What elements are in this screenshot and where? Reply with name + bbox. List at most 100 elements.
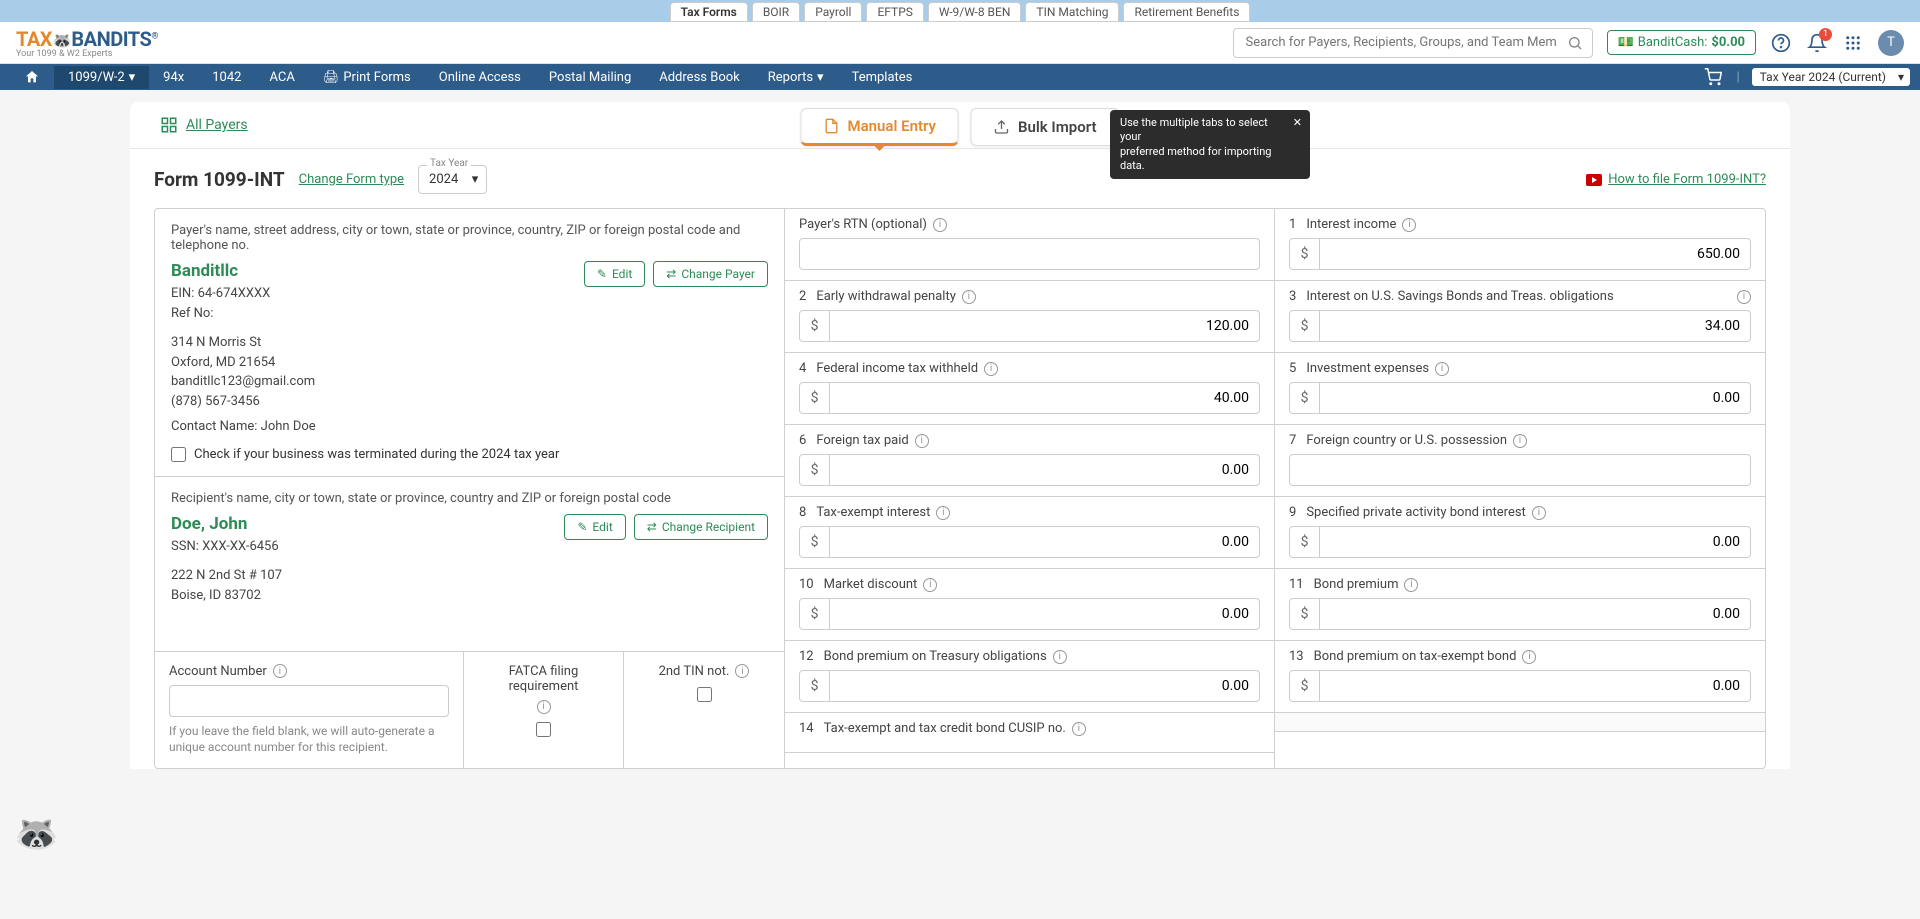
second-tin-checkbox[interactable] — [697, 687, 712, 702]
avatar[interactable]: T — [1878, 30, 1904, 56]
payer-contact: Contact Name: John Doe — [171, 417, 316, 437]
info-icon[interactable]: i — [1522, 650, 1536, 664]
tax-year-dropdown[interactable]: Tax Year 2024 ▾ — [418, 165, 487, 194]
tip-tooltip: Use the multiple tabs to select your pre… — [1110, 110, 1310, 179]
box11-input[interactable] — [1320, 599, 1750, 629]
info-icon[interactable]: i — [1532, 506, 1546, 520]
chevron-down-icon: ▾ — [817, 70, 824, 85]
info-icon[interactable]: i — [1053, 650, 1067, 664]
info-icon[interactable]: i — [936, 506, 950, 520]
info-icon[interactable]: i — [1513, 434, 1527, 448]
mascot-icon[interactable]: 🦝 — [14, 813, 56, 855]
tax-year-select[interactable]: Tax Year 2024 (Current) ▾ — [1752, 68, 1910, 86]
box4-input[interactable] — [830, 383, 1259, 413]
info-icon[interactable]: i — [915, 434, 929, 448]
box12-input[interactable] — [830, 671, 1259, 701]
top-tab-payroll[interactable]: Payroll — [804, 2, 862, 22]
info-icon[interactable]: i — [923, 578, 937, 592]
change-payer-button[interactable]: ⇄Change Payer — [653, 261, 768, 287]
tab-manual-entry[interactable]: Manual Entry — [801, 108, 959, 146]
account-number-input[interactable] — [170, 686, 448, 716]
box6-input[interactable] — [830, 455, 1259, 485]
logo[interactable]: TAX🦝BANDITS® Your 1099 & W2 Experts — [16, 27, 158, 59]
payer-addr2: Oxford, MD 21654 — [171, 353, 316, 373]
rtn-input[interactable] — [800, 239, 1259, 269]
box8-input[interactable] — [830, 527, 1259, 557]
tab-bulk-import[interactable]: Bulk Import — [971, 108, 1120, 146]
apps-icon[interactable] — [1842, 32, 1864, 54]
change-form-type-link[interactable]: Change Form type — [299, 172, 404, 187]
nav-1099w2[interactable]: 1099/W-2 ▾ — [54, 66, 149, 89]
edit-recipient-button[interactable]: ✎Edit — [564, 514, 625, 540]
help-icon[interactable] — [1770, 32, 1792, 54]
sub-nav: All Payers Manual Entry Bulk Import Use … — [130, 102, 1790, 148]
payer-ref: Ref No: — [171, 304, 316, 324]
grid-icon — [160, 116, 178, 134]
nav-address-book[interactable]: Address Book — [645, 66, 753, 89]
box10-input[interactable] — [830, 599, 1259, 629]
terminated-checkbox[interactable] — [171, 447, 186, 462]
search-input[interactable] — [1233, 28, 1593, 58]
top-tab-tin[interactable]: TIN Matching — [1025, 2, 1119, 22]
upload-icon — [994, 119, 1010, 135]
top-tab-boir[interactable]: BOIR — [752, 2, 800, 22]
close-icon[interactable]: ✕ — [1293, 116, 1302, 130]
info-icon[interactable]: i — [1404, 578, 1418, 592]
info-icon[interactable]: i — [1402, 218, 1416, 232]
info-icon[interactable]: i — [933, 218, 947, 232]
form-area: Form 1099-INT Change Form type Tax Year … — [130, 148, 1790, 769]
notif-badge: 1 — [1819, 28, 1832, 41]
top-tab-eftps[interactable]: EFTPS — [866, 2, 923, 22]
chevron-down-icon: ▾ — [472, 172, 479, 187]
fatca-checkbox[interactable] — [536, 722, 551, 737]
info-icon[interactable]: i — [537, 700, 551, 714]
printer-icon: 🖨 — [323, 70, 340, 85]
bell-icon[interactable]: 1 — [1806, 32, 1828, 54]
box7-input[interactable] — [1290, 455, 1750, 485]
top-tab-w9w8[interactable]: W-9/W-8 BEN — [928, 2, 1022, 22]
box3-input[interactable] — [1320, 311, 1750, 341]
bandit-cash-chip[interactable]: 💵 BanditCash: $0.00 — [1607, 30, 1756, 55]
recipient-section: Recipient's name, city or town, state or… — [155, 477, 784, 652]
box5-input[interactable] — [1320, 383, 1750, 413]
top-tabs-bar: Tax Forms BOIR Payroll EFTPS W-9/W-8 BEN… — [0, 0, 1920, 22]
nav-aca[interactable]: ACA — [255, 66, 308, 89]
nav-1042[interactable]: 1042 — [198, 66, 255, 89]
box1-input[interactable] — [1320, 239, 1750, 269]
info-icon[interactable]: i — [1072, 722, 1086, 736]
nav-templates[interactable]: Templates — [838, 66, 927, 89]
top-tab-retirement[interactable]: Retirement Benefits — [1123, 2, 1250, 22]
payer-addr1: 314 N Morris St — [171, 333, 316, 353]
info-icon[interactable]: i — [1737, 290, 1751, 304]
edit-payer-button[interactable]: ✎Edit — [584, 261, 645, 287]
nav-bar: 1099/W-2 ▾ 94x 1042 ACA 🖨 Print Forms On… — [0, 64, 1920, 90]
change-recipient-button[interactable]: ⇄Change Recipient — [634, 514, 768, 540]
pencil-icon: ✎ — [577, 520, 587, 534]
top-tab-tax-forms[interactable]: Tax Forms — [670, 2, 748, 22]
nav-reports[interactable]: Reports ▾ — [754, 66, 838, 89]
payer-phone: (878) 567-3456 — [171, 392, 316, 412]
youtube-icon — [1586, 174, 1602, 186]
how-to-file-link[interactable]: How to file Form 1099-INT? — [1586, 172, 1766, 187]
info-icon[interactable]: i — [962, 290, 976, 304]
box9-input[interactable] — [1320, 527, 1750, 557]
payer-ein: EIN: 64-674XXXX — [171, 284, 316, 304]
info-icon[interactable]: i — [984, 362, 998, 376]
nav-postal[interactable]: Postal Mailing — [535, 66, 645, 89]
recipient-name: Doe, John — [171, 514, 282, 534]
all-payers-link[interactable]: All Payers — [160, 116, 248, 134]
cash-icon: 💵 — [1618, 35, 1634, 50]
info-icon[interactable]: i — [1435, 362, 1449, 376]
second-tin-cell: 2nd TIN not. i — [624, 652, 784, 769]
info-icon[interactable]: i — [735, 664, 749, 678]
info-icon[interactable]: i — [273, 664, 287, 678]
search-icon[interactable] — [1567, 35, 1583, 51]
nav-online-access[interactable]: Online Access — [425, 66, 535, 89]
nav-home-icon[interactable] — [10, 65, 54, 89]
cart-icon[interactable] — [1702, 66, 1724, 88]
nav-94x[interactable]: 94x — [149, 66, 198, 89]
nav-print-forms[interactable]: 🖨 Print Forms — [309, 66, 425, 89]
box13-input[interactable] — [1320, 671, 1750, 701]
fatca-cell: FATCA filing requirement i — [464, 652, 624, 769]
box2-input[interactable] — [830, 311, 1259, 341]
